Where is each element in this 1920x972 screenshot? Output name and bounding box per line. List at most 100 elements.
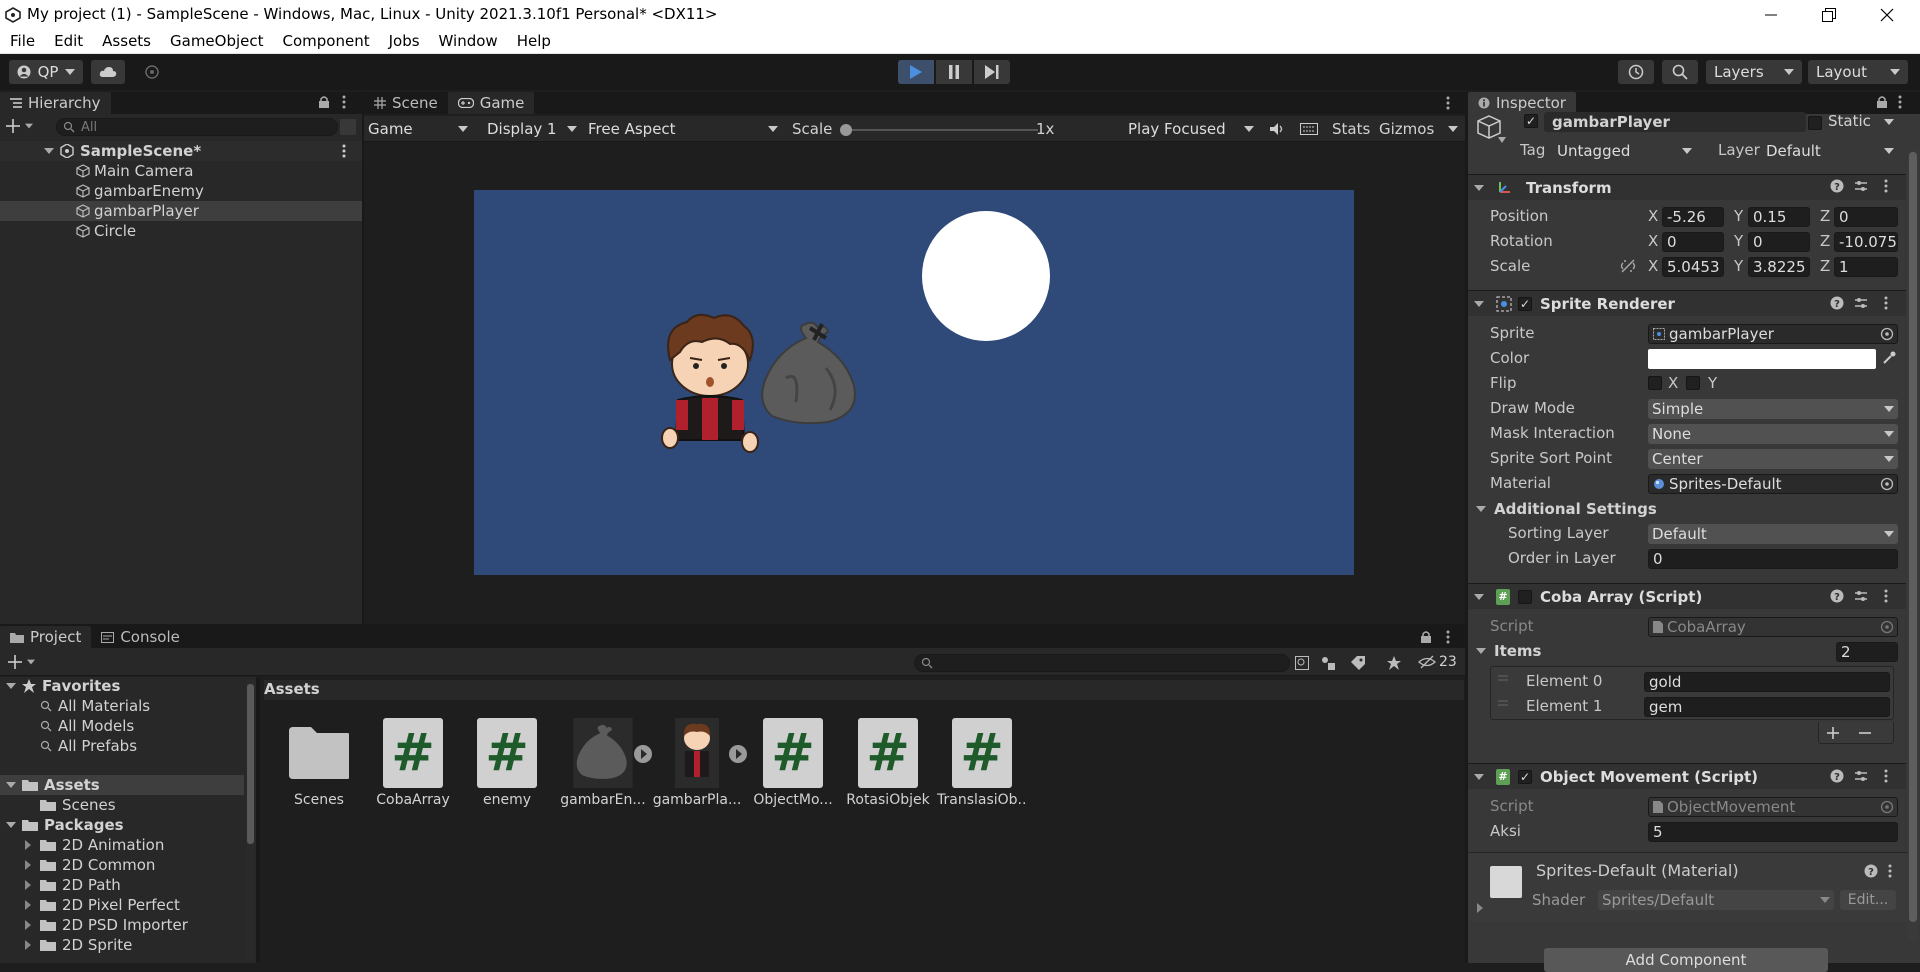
assets-row[interactable]: Assets	[6, 775, 100, 795]
help-icon[interactable]: ?	[1830, 179, 1844, 193]
position-z-field[interactable]: 0	[1834, 207, 1898, 227]
favorite-item[interactable]: All Prefabs	[40, 736, 137, 756]
breadcrumb-assets[interactable]: Assets	[264, 680, 320, 698]
sprite-field[interactable]: gambarPlayer	[1648, 324, 1898, 344]
menu-component[interactable]: Component	[283, 32, 370, 50]
help-icon[interactable]: ?	[1830, 296, 1844, 310]
display-dropdown[interactable]: Display 1	[483, 119, 581, 139]
menu-edit[interactable]: Edit	[54, 32, 83, 50]
stats-toggle[interactable]: Stats	[1332, 120, 1370, 138]
axis-x-label[interactable]: X	[1648, 257, 1658, 275]
menu-jobs[interactable]: Jobs	[389, 32, 420, 50]
help-icon[interactable]: ?	[1864, 864, 1878, 878]
layer-dropdown[interactable]: Default	[1762, 141, 1898, 161]
rotation-z-field[interactable]: -10.075	[1834, 232, 1898, 252]
lock-icon[interactable]	[318, 95, 330, 109]
object-name-field[interactable]: gambarPlayer	[1544, 112, 1806, 132]
kebab-menu-icon[interactable]	[1884, 769, 1888, 783]
axis-z-label[interactable]: Z	[1820, 232, 1830, 250]
packages-row[interactable]: Packages	[6, 815, 124, 835]
gizmos-chevron-icon[interactable]	[1448, 126, 1458, 132]
axis-y-label[interactable]: Y	[1734, 207, 1743, 225]
axis-y-label[interactable]: Y	[1734, 232, 1743, 250]
package-item[interactable]: 2D Sprite	[24, 935, 132, 955]
preset-icon[interactable]	[1854, 296, 1868, 310]
history-icon[interactable]	[1618, 60, 1654, 84]
axis-z-label[interactable]: Z	[1820, 207, 1830, 225]
edit-shader-button[interactable]: Edit...	[1840, 890, 1896, 910]
axis-z-label[interactable]: Z	[1820, 257, 1830, 275]
collapsed-arrow-icon[interactable]	[1476, 903, 1484, 913]
step-icon[interactable]	[974, 60, 1010, 84]
color-swatch[interactable]	[1648, 349, 1876, 369]
project-search-input[interactable]	[914, 654, 1290, 672]
package-item[interactable]: 2D PSD Importer	[24, 915, 188, 935]
order-in-layer-field[interactable]: 0	[1648, 549, 1898, 569]
account-dropdown[interactable]: QP	[9, 60, 83, 84]
flip-y-checkbox[interactable]	[1686, 376, 1700, 390]
tab-project[interactable]: Project	[0, 626, 92, 648]
rotation-y-field[interactable]: 0	[1748, 232, 1810, 252]
kebab-menu-icon[interactable]	[1446, 96, 1450, 110]
position-y-field[interactable]: 0.15	[1748, 207, 1810, 227]
project-tree-scrollbar[interactable]	[246, 680, 255, 960]
remove-element-minus-icon[interactable]	[1858, 726, 1872, 740]
additional-settings-foldout[interactable]: Additional Settings	[1476, 500, 1657, 518]
object-picker-icon[interactable]	[1880, 327, 1894, 341]
hierarchy-item[interactable]: Main Camera	[76, 161, 193, 181]
flip-x-checkbox[interactable]	[1648, 376, 1662, 390]
lock-icon[interactable]	[1420, 630, 1432, 644]
layers-dropdown[interactable]: Layers	[1706, 60, 1802, 84]
game-mode-dropdown[interactable]: Game	[364, 119, 472, 139]
preset-icon[interactable]	[1854, 179, 1868, 193]
material-field[interactable]: Sprites-Default	[1648, 474, 1898, 494]
hierarchy-search-input[interactable]: All	[56, 118, 338, 136]
favorite-item[interactable]: All Models	[40, 716, 134, 736]
items-size-field[interactable]: 2	[1836, 642, 1898, 662]
scale-slider-track[interactable]	[843, 129, 1038, 131]
help-icon[interactable]: ?	[1830, 769, 1844, 783]
kebab-menu-icon[interactable]	[1884, 589, 1888, 603]
kebab-menu-icon[interactable]	[342, 95, 346, 109]
mute-audio-icon[interactable]	[1266, 120, 1288, 138]
static-chevron-icon[interactable]	[1884, 119, 1894, 125]
game-viewport[interactable]	[474, 190, 1354, 575]
gizmos-toggle[interactable]: Gizmos	[1379, 120, 1434, 138]
kebab-menu-icon[interactable]	[1888, 864, 1892, 878]
coba-array-enabled-checkbox[interactable]	[1518, 589, 1532, 604]
axis-x-label[interactable]: X	[1648, 207, 1658, 225]
tab-hierarchy[interactable]: Hierarchy	[0, 92, 111, 114]
active-checkbox[interactable]: ✓	[1524, 114, 1538, 128]
position-x-field[interactable]: -5.26	[1662, 207, 1724, 227]
package-item[interactable]: 2D Animation	[24, 835, 164, 855]
expand-sprite-icon[interactable]	[633, 744, 653, 764]
search-icon[interactable]	[1662, 60, 1698, 84]
package-item[interactable]: 2D Common	[24, 855, 155, 875]
sorting-layer-dropdown[interactable]: Default	[1648, 524, 1898, 544]
pause-icon[interactable]	[936, 60, 972, 84]
scale-slider-thumb[interactable]	[840, 124, 852, 136]
kebab-menu-icon[interactable]	[1884, 296, 1888, 310]
hidden-packages-toggle[interactable]: 23	[1418, 654, 1457, 670]
aspect-dropdown[interactable]: Free Aspect	[584, 119, 782, 139]
add-element-plus-icon[interactable]	[1826, 726, 1840, 740]
package-item[interactable]: 2D Path	[24, 875, 121, 895]
mask-interaction-dropdown[interactable]: None	[1648, 424, 1898, 444]
kebab-menu-icon[interactable]	[1898, 95, 1902, 109]
menu-assets[interactable]: Assets	[102, 32, 151, 50]
help-icon[interactable]: ?	[1830, 589, 1844, 603]
folder-item[interactable]: Scenes	[40, 795, 116, 815]
create-asset-button[interactable]	[8, 655, 36, 669]
expand-arrow-icon[interactable]	[44, 146, 54, 156]
sprite-renderer-enabled-checkbox[interactable]: ✓	[1518, 296, 1532, 311]
sprite-sort-point-dropdown[interactable]: Center	[1648, 449, 1898, 469]
expand-sprite-icon[interactable]	[728, 744, 748, 764]
shader-dropdown[interactable]: Sprites/Default	[1598, 890, 1834, 910]
eyedropper-icon[interactable]	[1882, 351, 1896, 365]
menu-gameobject[interactable]: GameObject	[170, 32, 264, 50]
tab-scene[interactable]: Scene	[364, 92, 448, 114]
drag-handle-icon[interactable]	[1498, 675, 1508, 681]
asset-item[interactable]: # ObjectMo...	[748, 718, 838, 808]
keyboard-icon[interactable]	[1298, 120, 1320, 138]
tab-inspector[interactable]: Inspector	[1468, 92, 1576, 114]
